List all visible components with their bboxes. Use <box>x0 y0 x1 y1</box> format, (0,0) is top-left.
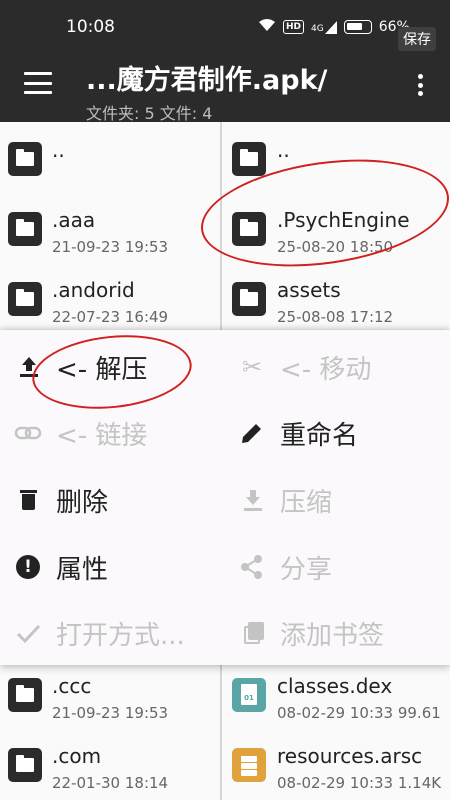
menu-item-label: <- 链接 <box>56 420 148 451</box>
pencil-icon <box>238 419 266 447</box>
menu-item-add-bookmark[interactable]: 添加书签 <box>238 608 384 658</box>
file-date-size: 08-02-29 10:33 1.14K <box>277 774 442 792</box>
menu-item-rename[interactable]: 重命名 <box>238 408 358 458</box>
file-name: .ccc <box>52 674 92 698</box>
file-manager-screen: 10:08 HD 4G 66% 保存 ...魔方君制作.apk/ 文件夹: 5 … <box>0 0 450 800</box>
more-options-icon[interactable] <box>417 74 423 96</box>
signal-icon: 4G <box>311 20 337 34</box>
menu-item-label: 删除 <box>56 487 109 518</box>
menu-item-label: 添加书签 <box>280 620 385 651</box>
file-name: .. <box>277 138 290 162</box>
path-title: ...魔方君制作.apk/ <box>86 65 328 96</box>
menu-item-compress[interactable]: 压缩 <box>238 475 332 525</box>
bookmark-icon <box>238 619 266 647</box>
list-item[interactable]: .andorid 22-07-23 16:49 <box>0 262 220 332</box>
menu-item-delete[interactable]: 删除 <box>14 475 108 525</box>
menu-item-label: 属性 <box>56 554 109 585</box>
menu-item-move[interactable]: ✂ <- 移动 <box>238 342 372 392</box>
folder-icon <box>8 678 42 712</box>
list-item[interactable]: 01 classes.dex 08-02-29 10:33 99.61 <box>224 658 450 728</box>
menu-item-label: 重命名 <box>280 420 359 451</box>
app-bar: 10:08 HD 4G 66% 保存 ...魔方君制作.apk/ 文件夹: 5 … <box>0 0 450 123</box>
status-time: 10:08 <box>66 17 115 37</box>
file-date: 21-09-23 19:53 <box>52 238 169 256</box>
list-item[interactable]: .ccc 21-09-23 19:53 <box>0 658 220 728</box>
menu-item-properties[interactable]: ! 属性 <box>14 542 108 592</box>
menu-item-open-with[interactable]: 打开方式... <box>14 608 185 658</box>
file-name: .. <box>52 138 65 162</box>
network-type: 4G <box>311 23 324 34</box>
info-icon: ! <box>14 553 42 581</box>
trash-icon <box>14 486 42 514</box>
scissors-icon: ✂ <box>241 353 263 381</box>
download-icon <box>238 486 266 514</box>
folder-file-count: 文件夹: 5 文件: 4 <box>86 104 213 123</box>
list-item[interactable]: .aaa 21-09-23 19:53 <box>0 192 220 262</box>
folder-icon <box>8 142 42 176</box>
dex-file-icon: 01 <box>232 678 266 712</box>
link-icon <box>14 419 42 447</box>
wifi-icon <box>258 18 276 36</box>
menu-item-link[interactable]: <- 链接 <box>14 408 147 458</box>
list-item[interactable]: resources.arsc 08-02-29 10:33 1.14K <box>224 728 450 798</box>
menu-item-label: 压缩 <box>280 487 333 518</box>
hd-badge: HD <box>283 20 305 34</box>
file-date: 22-07-23 16:49 <box>52 308 169 326</box>
menu-item-label: 打开方式... <box>56 620 185 651</box>
battery-icon <box>343 20 372 34</box>
file-name: resources.arsc <box>277 744 423 768</box>
file-date: 21-09-23 19:53 <box>52 704 169 722</box>
folder-icon <box>232 142 266 176</box>
file-name: assets <box>277 278 341 302</box>
share-icon <box>238 553 266 581</box>
file-name: .aaa <box>52 208 96 232</box>
check-icon <box>14 619 42 647</box>
save-chip[interactable]: 保存 <box>398 27 436 51</box>
status-icons: HD 4G 66% <box>258 18 410 36</box>
list-item[interactable]: assets 25-08-08 17:12 <box>224 262 450 332</box>
folder-icon <box>8 748 42 782</box>
folder-icon <box>8 212 42 246</box>
menu-item-label: <- 移动 <box>280 354 372 385</box>
layers-file-icon <box>232 748 266 782</box>
file-date-size: 08-02-29 10:33 99.61 <box>277 704 441 722</box>
folder-icon <box>232 282 266 316</box>
dex-icon-label: 01 <box>241 684 257 705</box>
list-item[interactable]: .. <box>0 122 220 192</box>
file-date: 25-08-08 17:12 <box>277 308 394 326</box>
folder-icon <box>8 282 42 316</box>
menu-item-label: 分享 <box>280 554 333 585</box>
menu-item-share[interactable]: 分享 <box>238 542 332 592</box>
hamburger-menu-icon[interactable] <box>24 72 52 94</box>
file-name: .andorid <box>52 278 135 302</box>
list-item[interactable]: .com 22-01-30 18:14 <box>0 728 220 798</box>
file-name: .com <box>52 744 102 768</box>
file-date: 22-01-30 18:14 <box>52 774 169 792</box>
file-name: classes.dex <box>277 674 393 698</box>
